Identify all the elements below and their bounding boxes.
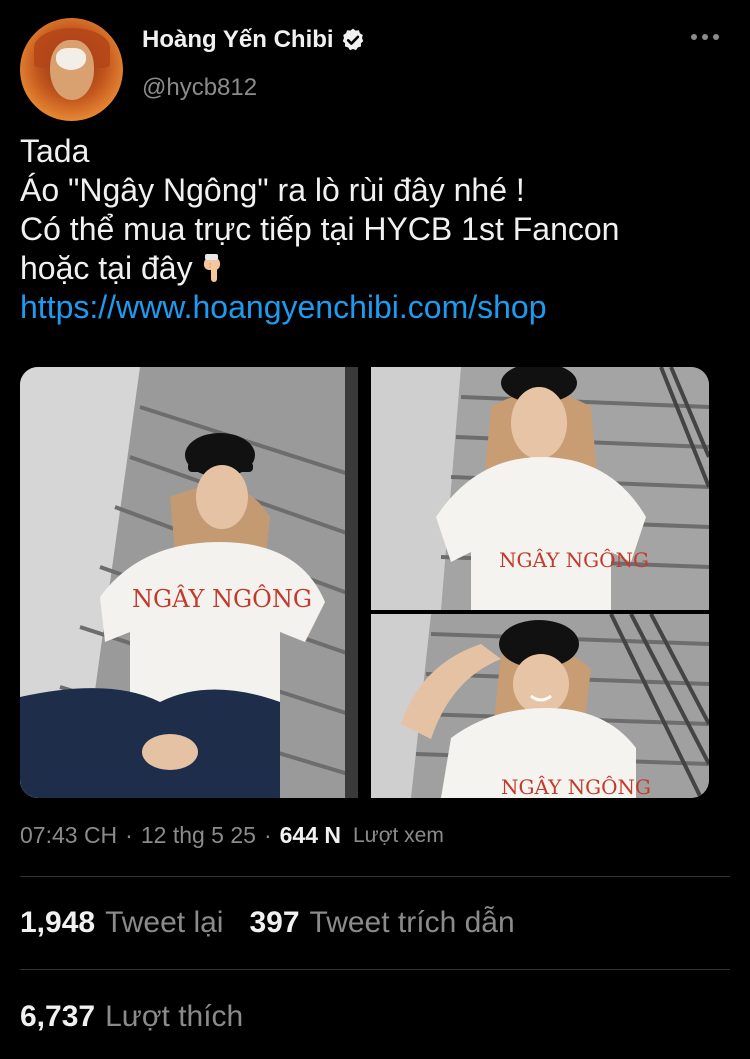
tweet-date[interactable]: 12 thg 5 25 — [141, 822, 256, 849]
tweet-time[interactable]: 07:43 CH — [20, 822, 117, 849]
tweet-line: Áo "Ngây Ngông" ra lò rùi đây nhé ! — [20, 172, 525, 208]
avatar[interactable] — [20, 18, 123, 121]
meta-separator: · — [263, 822, 272, 848]
shirt-text: NGÂY NGÔNG — [499, 547, 649, 572]
pointing-down-hand-icon — [203, 254, 220, 282]
divider — [20, 969, 730, 970]
stats-row-likes: 6,737 Lượt thích — [20, 1000, 243, 1034]
more-options-icon[interactable] — [690, 32, 720, 42]
tweet-line: hoặc tại đây — [20, 250, 193, 286]
handle[interactable]: @hycb812 — [142, 74, 257, 102]
photo-3-illustration: NGÂY NGÔNG — [371, 614, 709, 798]
avatar-butterfly — [56, 48, 86, 70]
tweet-line-with-emoji: hoặc tại đây — [20, 249, 720, 288]
quotes-stat[interactable]: 397 Tweet trích dẫn — [249, 906, 514, 939]
likes-label: Lượt thích — [105, 1000, 244, 1033]
retweets-count: 1,948 — [20, 906, 96, 939]
quotes-label: Tweet trích dẫn — [309, 906, 515, 939]
photo-1[interactable]: NGÂY NGÔNG — [20, 367, 358, 798]
tweet-text: Tada Áo "Ngây Ngông" ra lò rùi đây nhé !… — [20, 132, 720, 327]
tweet-header: Hoàng Yến Chibi @hycb812 — [20, 16, 730, 121]
views-count: 644 N — [279, 822, 341, 848]
views-label: Lượt xem — [353, 823, 444, 847]
photo-2[interactable]: NGÂY NGÔNG — [371, 367, 709, 610]
tweet-line: Tada — [20, 133, 90, 169]
photo-1-illustration: NGÂY NGÔNG — [20, 367, 358, 798]
tweet-meta: 07:43 CH · 12 thg 5 25 · 644 N Lượt xem — [20, 822, 444, 849]
stats-row-retweets: 1,948 Tweet lại 397 Tweet trích dẫn — [20, 906, 515, 940]
retweets-stat[interactable]: 1,948 Tweet lại — [20, 906, 223, 939]
likes-stat[interactable]: 6,737 Lượt thích — [20, 1000, 243, 1033]
photo-2-illustration: NGÂY NGÔNG — [371, 367, 709, 610]
shop-link[interactable]: https://www.hoangyenchibi.com/shop — [20, 288, 720, 327]
retweets-label: Tweet lại — [105, 906, 224, 939]
name-row: Hoàng Yến Chibi — [142, 26, 366, 54]
display-name[interactable]: Hoàng Yến Chibi — [142, 26, 334, 54]
likes-count: 6,737 — [20, 1000, 96, 1033]
shirt-text: NGÂY NGÔNG — [501, 774, 651, 798]
meta-separator: · — [125, 822, 133, 848]
verified-badge-icon — [342, 28, 363, 51]
quotes-count: 397 — [249, 906, 300, 939]
tweet-line: Có thể mua trực tiếp tại HYCB 1st Fancon — [20, 211, 620, 247]
photo-3[interactable]: NGÂY NGÔNG — [371, 614, 709, 798]
shirt-text: NGÂY NGÔNG — [132, 584, 312, 613]
media-grid: NGÂY NGÔNG NGÂY NGÔNG NGÂY NGÔNG — [20, 367, 709, 798]
divider — [20, 876, 730, 877]
